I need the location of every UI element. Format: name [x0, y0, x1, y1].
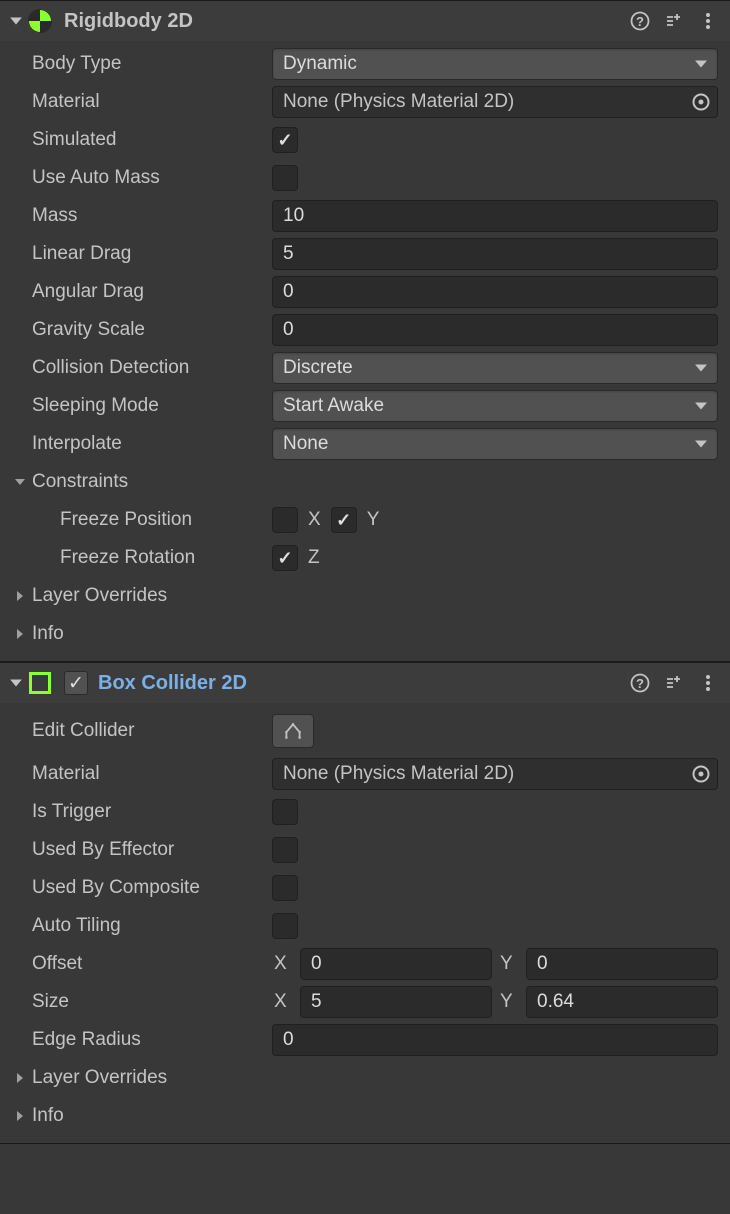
body-type-label: Body Type: [12, 53, 272, 75]
edit-collider-label: Edit Collider: [12, 720, 272, 742]
collision-detection-dropdown[interactable]: Discrete: [272, 352, 718, 384]
used-by-composite-label: Used By Composite: [12, 877, 272, 899]
offset-x-input[interactable]: [300, 948, 492, 980]
auto-tiling-label: Auto Tiling: [12, 915, 272, 937]
angular-drag-input[interactable]: [272, 276, 718, 308]
rigidbody-icon: [26, 7, 54, 35]
component-title: Box Collider 2D: [98, 672, 630, 695]
menu-icon[interactable]: [698, 673, 718, 693]
size-y-input[interactable]: [526, 986, 718, 1018]
chevron-right-icon: [14, 1072, 28, 1084]
freeze-position-y-checkbox[interactable]: [331, 507, 357, 533]
use-auto-mass-label: Use Auto Mass: [12, 167, 272, 189]
collision-detection-label: Collision Detection: [12, 357, 272, 379]
axis-y-label: Y: [367, 509, 380, 531]
interpolate-label: Interpolate: [12, 433, 272, 455]
layer-overrides-foldout[interactable]: Layer Overrides: [12, 1067, 272, 1089]
mass-input[interactable]: [272, 200, 718, 232]
rigidbody-component: Rigidbody 2D ? Body Type Dynamic Materia…: [0, 0, 730, 662]
constraints-foldout[interactable]: Constraints: [12, 471, 272, 493]
axis-x-label: X: [274, 991, 292, 1013]
offset-y-input[interactable]: [526, 948, 718, 980]
foldout-icon[interactable]: [8, 675, 24, 691]
linear-drag-input[interactable]: [272, 238, 718, 270]
is-trigger-label: Is Trigger: [12, 801, 272, 823]
help-icon[interactable]: ?: [630, 673, 650, 693]
component-title: Rigidbody 2D: [64, 10, 630, 33]
svg-text:?: ?: [636, 676, 644, 691]
size-x-input[interactable]: [300, 986, 492, 1018]
chevron-down-icon: [14, 476, 28, 488]
edge-radius-label: Edge Radius: [12, 1029, 272, 1051]
edit-collider-button[interactable]: [272, 714, 314, 748]
layer-overrides-foldout[interactable]: Layer Overrides: [12, 585, 272, 607]
boxcollider-header[interactable]: ✓ Box Collider 2D ?: [0, 662, 730, 703]
help-icon[interactable]: ?: [630, 11, 650, 31]
material-field[interactable]: None (Physics Material 2D): [272, 758, 718, 790]
mass-label: Mass: [12, 205, 272, 227]
axis-z-label: Z: [308, 547, 320, 569]
object-picker-icon[interactable]: [691, 764, 711, 784]
material-label: Material: [12, 91, 272, 113]
interpolate-dropdown[interactable]: None: [272, 428, 718, 460]
gravity-scale-input[interactable]: [272, 314, 718, 346]
simulated-checkbox[interactable]: [272, 127, 298, 153]
material-label: Material: [12, 763, 272, 785]
used-by-effector-checkbox[interactable]: [272, 837, 298, 863]
chevron-right-icon: [14, 590, 28, 602]
use-auto-mass-checkbox[interactable]: [272, 165, 298, 191]
foldout-icon[interactable]: [8, 13, 24, 29]
used-by-composite-checkbox[interactable]: [272, 875, 298, 901]
rigidbody-header[interactable]: Rigidbody 2D ?: [0, 0, 730, 41]
freeze-rotation-label: Freeze Rotation: [12, 547, 272, 569]
body-type-dropdown[interactable]: Dynamic: [272, 48, 718, 80]
freeze-position-label: Freeze Position: [12, 509, 272, 531]
axis-y-label: Y: [500, 953, 518, 975]
edge-radius-input[interactable]: [272, 1024, 718, 1056]
chevron-right-icon: [14, 628, 28, 640]
simulated-label: Simulated: [12, 129, 272, 151]
size-label: Size: [12, 991, 272, 1013]
menu-icon[interactable]: [698, 11, 718, 31]
axis-x-label: X: [274, 953, 292, 975]
offset-label: Offset: [12, 953, 272, 975]
axis-y-label: Y: [500, 991, 518, 1013]
object-picker-icon[interactable]: [691, 92, 711, 112]
linear-drag-label: Linear Drag: [12, 243, 272, 265]
material-field[interactable]: None (Physics Material 2D): [272, 86, 718, 118]
angular-drag-label: Angular Drag: [12, 281, 272, 303]
is-trigger-checkbox[interactable]: [272, 799, 298, 825]
auto-tiling-checkbox[interactable]: [272, 913, 298, 939]
used-by-effector-label: Used By Effector: [12, 839, 272, 861]
freeze-position-x-checkbox[interactable]: [272, 507, 298, 533]
boxcollider-icon: [26, 669, 54, 697]
axis-x-label: X: [308, 509, 321, 531]
sleeping-mode-label: Sleeping Mode: [12, 395, 272, 417]
freeze-rotation-z-checkbox[interactable]: [272, 545, 298, 571]
info-foldout[interactable]: Info: [12, 623, 272, 645]
preset-icon[interactable]: [664, 11, 684, 31]
preset-icon[interactable]: [664, 673, 684, 693]
svg-text:?: ?: [636, 14, 644, 29]
info-foldout[interactable]: Info: [12, 1105, 272, 1127]
chevron-right-icon: [14, 1110, 28, 1122]
sleeping-mode-dropdown[interactable]: Start Awake: [272, 390, 718, 422]
boxcollider-component: ✓ Box Collider 2D ? Edit Collider Materi…: [0, 662, 730, 1144]
gravity-scale-label: Gravity Scale: [12, 319, 272, 341]
component-enabled-checkbox[interactable]: ✓: [64, 671, 88, 695]
